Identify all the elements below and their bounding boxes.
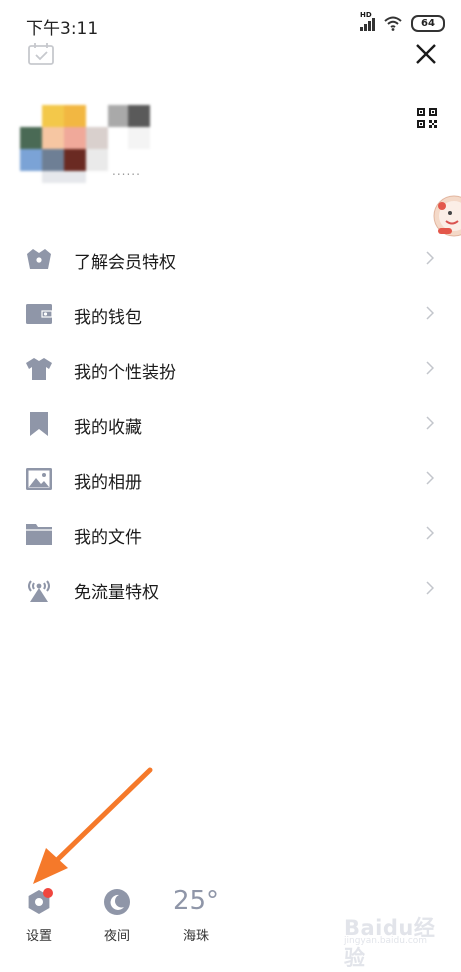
chevron-right-icon [426,526,434,540]
username[interactable]: ...... [112,164,141,178]
chevron-right-icon [426,251,434,265]
menu-item-membership[interactable]: 了解会员特权 [0,232,461,287]
menu-item-free-data[interactable]: 免流量特权 [0,562,461,617]
checkin-calendar-icon[interactable] [28,43,54,65]
wallet-icon [26,304,53,324]
menu-item-label: 我的相册 [74,473,142,493]
menu-item-label: 我的个性装扮 [74,363,176,383]
chevron-right-icon [426,416,434,430]
menu-item-files[interactable]: 我的文件 [0,507,461,562]
notification-dot [43,888,53,898]
menu-item-label: 了解会员特权 [74,253,176,273]
menu-item-label: 我的文件 [74,528,142,548]
qr-code-icon[interactable] [417,108,437,128]
night-label: 夜间 [103,929,130,944]
status-bar: 下午3:11 HD 64 [0,0,461,44]
wifi-icon [384,16,402,31]
photo-icon [26,468,52,490]
watermark-url: jingyan.baidu.com [344,936,428,946]
moon-icon [104,889,130,915]
crown-icon [27,249,51,269]
status-icons: HD 64 [360,11,445,32]
menu-item-personalize[interactable]: 我的个性装扮 [0,342,461,397]
menu-item-label: 免流量特权 [74,583,159,603]
menu-item-label: 我的钱包 [74,308,142,328]
battery-icon: 64 [411,15,445,32]
chevron-right-icon [426,581,434,595]
chevron-right-icon [426,306,434,320]
close-button[interactable] [412,40,440,68]
shirt-icon [26,358,52,380]
chevron-right-icon [426,471,434,485]
menu-item-album[interactable]: 我的相册 [0,452,461,507]
chevron-right-icon [426,361,434,375]
temperature: 25° [172,886,220,916]
cellular-signal-icon: HD [360,11,375,31]
settings-label: 设置 [25,929,52,944]
menu-item-label: 我的收藏 [74,418,142,438]
watermark: Baidu经验 jingyan.baidu.com [340,906,450,970]
avatar[interactable] [20,105,190,185]
status-time: 下午3:11 [26,19,99,39]
drawer-menu: 了解会员特权 我的钱包 我的个性装扮 我的收藏 我的相册 我的文件 免流量特权 [0,232,461,617]
city-label: 海珠 [182,929,209,944]
menu-item-favorites[interactable]: 我的收藏 [0,397,461,452]
folder-icon [26,524,52,545]
signal-tower-icon [28,580,50,602]
menu-item-wallet[interactable]: 我的钱包 [0,287,461,342]
network-badge: HD [360,10,372,19]
bookmark-icon [30,412,48,436]
